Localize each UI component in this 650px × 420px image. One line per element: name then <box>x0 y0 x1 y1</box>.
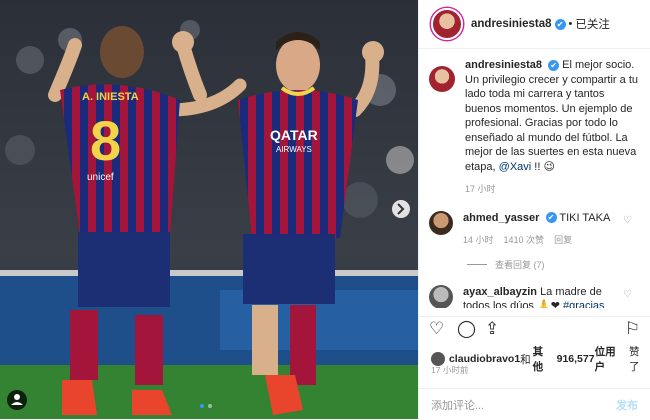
comment-item: ahmed_yasser ✔ TIKI TAKA 14 小时 1410 次赞 回… <box>419 210 650 248</box>
comment-text: TIKI TAKA <box>559 211 611 224</box>
avatar[interactable] <box>431 8 463 40</box>
view-replies[interactable]: 查看回复 (7) <box>467 258 650 271</box>
header-username[interactable]: andresiniesta8 <box>471 18 552 30</box>
comment-input[interactable]: 添加评论... <box>431 397 484 413</box>
likes-others[interactable]: 其他 <box>533 344 554 374</box>
likes-unit[interactable]: 位用户 <box>595 344 626 374</box>
qatar-logo: QATAR <box>270 127 318 143</box>
heart-icon[interactable]: ♡ <box>623 215 632 226</box>
caption-text-end: !! 😉 <box>534 160 555 173</box>
comment-username[interactable]: ayax_albayzin <box>463 286 537 298</box>
iniesta-number: 8 <box>90 109 121 172</box>
verified-icon: ✔ <box>548 59 560 71</box>
comment-username[interactable]: ahmed_yasser <box>463 212 539 224</box>
caption: andresiniesta8 ✔ El mejor socio. Un priv… <box>419 58 650 197</box>
reply-button[interactable]: 回复 <box>554 235 572 245</box>
likes-and: 和 <box>520 353 531 366</box>
share-icon[interactable]: ⇪ <box>485 319 499 339</box>
caption-username[interactable]: andresiniesta8 <box>465 59 542 71</box>
caption-time: 17 小时 <box>465 184 496 194</box>
divider <box>467 263 487 265</box>
likes-count[interactable]: 916,577 <box>557 353 595 365</box>
post-header: andresiniesta8 ✔ • 已关注 <box>419 0 650 49</box>
comment-likes[interactable]: 1410 次赞 <box>504 235 545 245</box>
comment-avatar[interactable] <box>429 284 453 308</box>
bookmark-icon[interactable]: ⚐ <box>625 319 640 339</box>
iniesta-name: A. INIESTA <box>82 91 139 103</box>
heart-icon[interactable]: ♡ <box>623 289 632 300</box>
comments-feed[interactable]: andresiniesta8 ✔ El mejor socio. Un priv… <box>419 58 650 308</box>
post-comment-button[interactable]: 发布 <box>616 397 638 413</box>
comment-avatar[interactable] <box>429 210 453 235</box>
caption-avatar[interactable] <box>429 66 455 92</box>
post-sidebar: andresiniesta8 ✔ • 已关注 andresiniesta8 ✔ … <box>418 0 650 419</box>
comment-item: ayax_albayzin La madre de todos los dúos… <box>419 284 650 308</box>
likes-suffix: 赞了 <box>629 346 640 373</box>
comment-time: 14 小时 <box>463 235 494 245</box>
separator-dot: • <box>568 18 573 30</box>
user-icon <box>14 394 20 400</box>
add-comment-bar: 添加评论... 发布 <box>419 388 650 420</box>
verified-icon: ✔ <box>545 212 557 224</box>
post-time: 17 小时前 <box>431 365 469 375</box>
hashtag-link[interactable]: #gracias <box>563 300 605 308</box>
unicef-logo: unicef <box>87 172 114 183</box>
post-photo[interactable]: A. INIESTA 8 unicef QATAR AIRWAYS <box>0 0 418 419</box>
follow-status-button[interactable]: 已关注 <box>575 16 610 32</box>
carousel-dot-active <box>200 404 204 408</box>
carousel-dot <box>208 404 212 408</box>
comment-icon[interactable]: ◯ <box>457 319 476 339</box>
action-bar: ♡ ◯ ⇪ ⚐ <box>419 316 650 343</box>
mention-link[interactable]: @Xavi <box>499 161 532 173</box>
caption-text: El mejor socio. Un privilegio crecer y c… <box>465 59 639 173</box>
view-replies-label[interactable]: 查看回复 (7) <box>495 258 545 271</box>
next-photo-button[interactable] <box>392 200 410 218</box>
like-heart-icon[interactable]: ♡ <box>429 319 444 339</box>
airways-logo: AIRWAYS <box>276 145 312 154</box>
verified-icon: ✔ <box>554 18 566 30</box>
